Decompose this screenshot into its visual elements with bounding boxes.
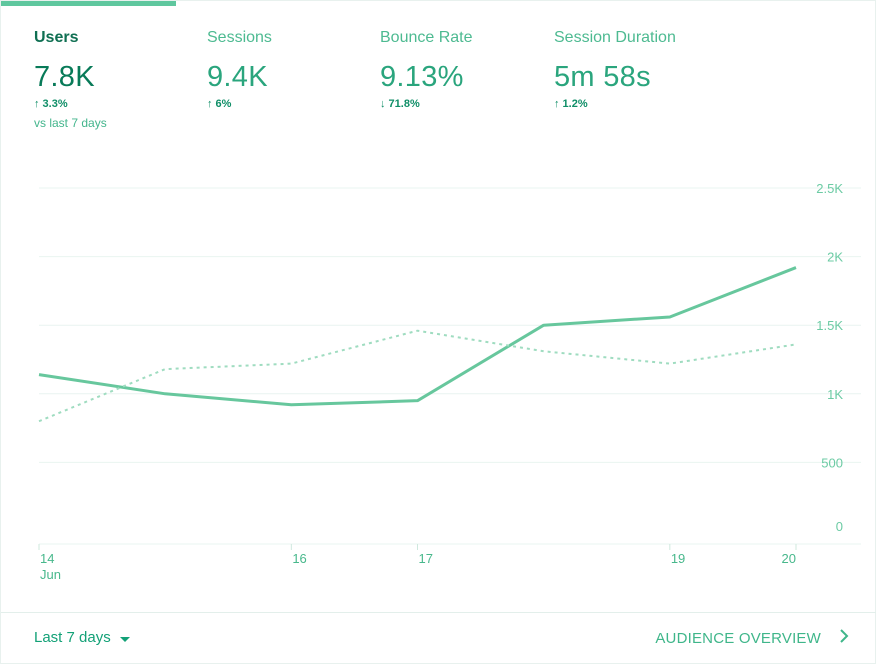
- metric-value: 7.8K: [34, 61, 95, 93]
- series-line-comparison: [38, 329, 797, 423]
- y-tick-label: 500: [821, 455, 843, 470]
- metric-change: ↑ 1.2%: [554, 98, 588, 110]
- date-range-label: Last 7 days: [34, 629, 111, 646]
- x-tick-label: 19: [671, 551, 685, 566]
- metric-compare-note: vs last 7 days: [34, 116, 107, 130]
- line-chart-svg: 0 500 1K 1.5K 2K 2.5K 14Jun 16 17 19 20: [38, 181, 861, 582]
- metric-change: ↑ 6%: [207, 98, 232, 110]
- caret-down-icon: [119, 636, 130, 642]
- footer-divider: [1, 612, 876, 613]
- y-tick-label: 1.5K: [816, 318, 843, 333]
- metric-value: 9.4K: [207, 61, 268, 93]
- metric-change: ↑ 3.3%: [34, 98, 68, 110]
- y-tick-label: 2.5K: [816, 181, 843, 196]
- metric-tab-session-duration[interactable]: Session Duration 5m 58s ↑ 1.2%: [554, 28, 724, 110]
- y-tick-label: 2K: [827, 250, 843, 265]
- metric-tab-users[interactable]: Users 7.8K ↑ 3.3% vs last 7 days: [34, 28, 204, 130]
- x-tick-label: 17: [419, 551, 433, 566]
- metric-tab-sessions[interactable]: Sessions 9.4K ↑ 6%: [207, 28, 377, 110]
- y-tick-label: 0: [836, 519, 843, 534]
- y-tick-label: 1K: [827, 387, 843, 402]
- metric-value: 9.13%: [380, 61, 464, 93]
- date-range-dropdown[interactable]: Last 7 days: [34, 629, 130, 646]
- metric-label: Users: [34, 29, 79, 46]
- line-chart: 0 500 1K 1.5K 2K 2.5K 14 Jun 16 17 19 20: [1, 176, 876, 596]
- x-tick-label: 14: [40, 551, 54, 566]
- active-tab-indicator: [1, 1, 176, 6]
- metric-change: ↓ 71.8%: [380, 98, 420, 110]
- audience-overview-label: AUDIENCE OVERVIEW: [655, 629, 821, 647]
- audience-overview-link[interactable]: AUDIENCE OVERVIEW: [655, 629, 849, 647]
- series-line-current: [38, 266, 797, 407]
- metric-label: Bounce Rate: [380, 29, 473, 46]
- metric-tab-bounce-rate[interactable]: Bounce Rate 9.13% ↓ 71.8%: [380, 28, 550, 110]
- analytics-card: Users 7.8K ↑ 3.3% vs last 7 days Session…: [0, 0, 876, 664]
- metric-label: Session Duration: [554, 29, 676, 46]
- x-tick-label: 16: [292, 551, 306, 566]
- chevron-right-icon: [839, 629, 849, 647]
- x-tick-label: 20: [782, 551, 796, 566]
- metric-label: Sessions: [207, 29, 272, 46]
- x-tick-sublabel: Jun: [40, 567, 61, 582]
- metric-value: 5m 58s: [554, 61, 651, 93]
